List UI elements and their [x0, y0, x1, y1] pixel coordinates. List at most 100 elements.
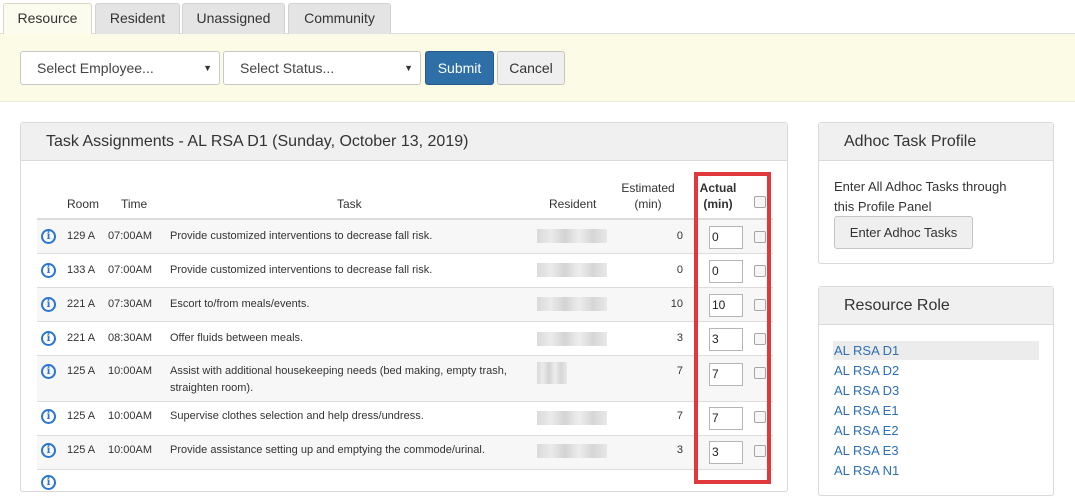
status-select-value: Select Status...: [240, 60, 335, 76]
resource-role-panel: Resource Role AL RSA D1 AL RSA D2 AL RSA…: [818, 286, 1054, 496]
role-link-al-rsa-d2[interactable]: AL RSA D2: [834, 362, 899, 380]
filter-bar: Select Employee... ▼ Select Status... ▼ …: [0, 34, 1075, 102]
col-actual-line1: Actual: [699, 181, 737, 195]
table-row: i 133 A 07:00AM Provide customized inter…: [37, 254, 773, 288]
col-actual-line2: (min): [703, 197, 733, 211]
row-checkbox[interactable]: [754, 265, 766, 277]
time-cell: 10:00AM: [108, 365, 153, 377]
task-cell: Provide customized interventions to decr…: [170, 230, 433, 242]
role-link-al-rsa-e3[interactable]: AL RSA E3: [834, 442, 899, 460]
room-cell: 125 A: [67, 410, 96, 422]
info-circle-icon[interactable]: i: [41, 364, 56, 379]
col-actual[interactable]: Actual (min): [699, 180, 737, 212]
task-cell-line1: Assist with additional housekeeping need…: [170, 365, 507, 377]
caret-down-icon: ▼: [404, 63, 413, 73]
time-cell: 07:00AM: [108, 264, 153, 276]
row-checkbox[interactable]: [754, 299, 766, 311]
tab-resource[interactable]: Resource: [3, 3, 92, 35]
table-row: i 125 A 10:00AM Assist with additional h…: [37, 356, 773, 402]
actual-minutes-input[interactable]: 0: [709, 260, 743, 283]
caret-down-icon: ▼: [203, 63, 212, 73]
info-circle-icon[interactable]: i: [41, 331, 56, 346]
col-task[interactable]: Task: [337, 196, 362, 212]
estimated-cell: 7: [676, 365, 683, 377]
cancel-button[interactable]: Cancel: [497, 51, 565, 85]
info-circle-icon[interactable]: i: [41, 263, 56, 278]
role-link-al-rsa-e2[interactable]: AL RSA E2: [834, 422, 899, 440]
row-checkbox[interactable]: [754, 445, 766, 457]
table-row: i 221 A 07:30AM Escort to/from meals/eve…: [37, 288, 773, 322]
actual-minutes-input[interactable]: 7: [709, 407, 743, 430]
role-link-al-rsa-d3[interactable]: AL RSA D3: [834, 382, 899, 400]
actual-minutes-input[interactable]: 10: [709, 294, 743, 317]
estimated-cell: 0: [676, 230, 683, 242]
room-cell: 221 A: [67, 332, 96, 344]
task-assignments-title: Task Assignments - AL RSA D1 (Sunday, Oc…: [21, 123, 787, 161]
resident-cell-redacted: [537, 263, 607, 277]
info-circle-icon[interactable]: i: [41, 229, 56, 244]
task-cell: Provide assistance setting up and emptyi…: [170, 444, 485, 456]
tab-community[interactable]: Community: [288, 3, 391, 34]
estimated-cell: 3: [676, 332, 683, 344]
status-select[interactable]: Select Status... ▼: [223, 51, 421, 85]
tab-unassigned[interactable]: Unassigned: [182, 3, 285, 34]
role-link-al-rsa-n1[interactable]: AL RSA N1: [834, 462, 899, 480]
employee-select-value: Select Employee...: [37, 60, 154, 76]
row-checkbox[interactable]: [754, 333, 766, 345]
resident-cell-redacted: [537, 444, 607, 458]
task-cell: Assist with additional housekeeping need…: [170, 363, 507, 397]
estimated-cell: 10: [670, 298, 683, 310]
task-cell-line2: straighten room).: [170, 382, 254, 394]
info-circle-icon[interactable]: i: [41, 443, 56, 458]
actual-minutes-input[interactable]: 7: [709, 363, 743, 386]
room-cell: 221 A: [67, 298, 96, 310]
info-circle-icon[interactable]: i: [41, 475, 56, 490]
table-row: i 129 A 07:00AM Provide customized inter…: [37, 220, 773, 254]
adhoc-task-description: Enter All Adhoc Tasks through this Profi…: [834, 177, 1006, 217]
col-room[interactable]: Room: [67, 196, 99, 212]
col-estimated-line2: (min): [634, 197, 662, 211]
resource-role-title: Resource Role: [819, 287, 1053, 325]
table-row: i 125 A 10:00AM Supervise clothes select…: [37, 402, 773, 436]
table-row: i 125 A 10:00AM Provide assistance setti…: [37, 436, 773, 470]
table-header: Room Time Task Resident Estimated (min) …: [37, 178, 773, 220]
role-link-al-rsa-d1[interactable]: AL RSA D1: [834, 342, 899, 360]
submit-button[interactable]: Submit: [425, 51, 494, 85]
info-circle-icon[interactable]: i: [41, 297, 56, 312]
enter-adhoc-tasks-button[interactable]: Enter Adhoc Tasks: [834, 216, 973, 249]
room-cell: 125 A: [67, 444, 96, 456]
task-cell: Supervise clothes selection and help dre…: [170, 410, 424, 422]
col-resident[interactable]: Resident: [549, 196, 596, 212]
adhoc-task-panel: Adhoc Task Profile Enter All Adhoc Tasks…: [818, 122, 1054, 264]
resident-cell-redacted: [537, 362, 567, 384]
actual-minutes-input[interactable]: 3: [709, 441, 743, 464]
task-cell: Offer fluids between meals.: [170, 332, 304, 344]
time-cell: 10:00AM: [108, 444, 153, 456]
adhoc-task-title: Adhoc Task Profile: [819, 123, 1053, 161]
resident-cell-redacted: [537, 332, 607, 346]
task-cell: Escort to/from meals/events.: [170, 298, 310, 310]
time-cell: 08:30AM: [108, 332, 153, 344]
row-checkbox[interactable]: [754, 411, 766, 423]
info-circle-icon[interactable]: i: [41, 409, 56, 424]
room-cell: 129 A: [67, 230, 96, 242]
col-estimated[interactable]: Estimated (min): [619, 180, 677, 212]
employee-select[interactable]: Select Employee... ▼: [20, 51, 220, 85]
role-link-al-rsa-e1[interactable]: AL RSA E1: [834, 402, 899, 420]
adhoc-text-line2: this Profile Panel: [834, 199, 932, 214]
row-checkbox[interactable]: [754, 367, 766, 379]
row-checkbox[interactable]: [754, 231, 766, 243]
tab-resident[interactable]: Resident: [95, 3, 180, 34]
tab-bar: Resource Resident Unassigned Community: [0, 0, 1075, 35]
resident-cell-redacted: [537, 411, 607, 425]
select-all-checkbox[interactable]: [754, 196, 766, 208]
estimated-cell: 0: [676, 264, 683, 276]
col-time[interactable]: Time: [121, 196, 147, 212]
room-cell: 133 A: [67, 264, 96, 276]
actual-minutes-input[interactable]: 0: [709, 226, 743, 249]
actual-minutes-input[interactable]: 3: [709, 328, 743, 351]
estimated-cell: 3: [676, 444, 683, 456]
time-cell: 07:00AM: [108, 230, 153, 242]
time-cell: 10:00AM: [108, 410, 153, 422]
estimated-cell: 7: [676, 410, 683, 422]
